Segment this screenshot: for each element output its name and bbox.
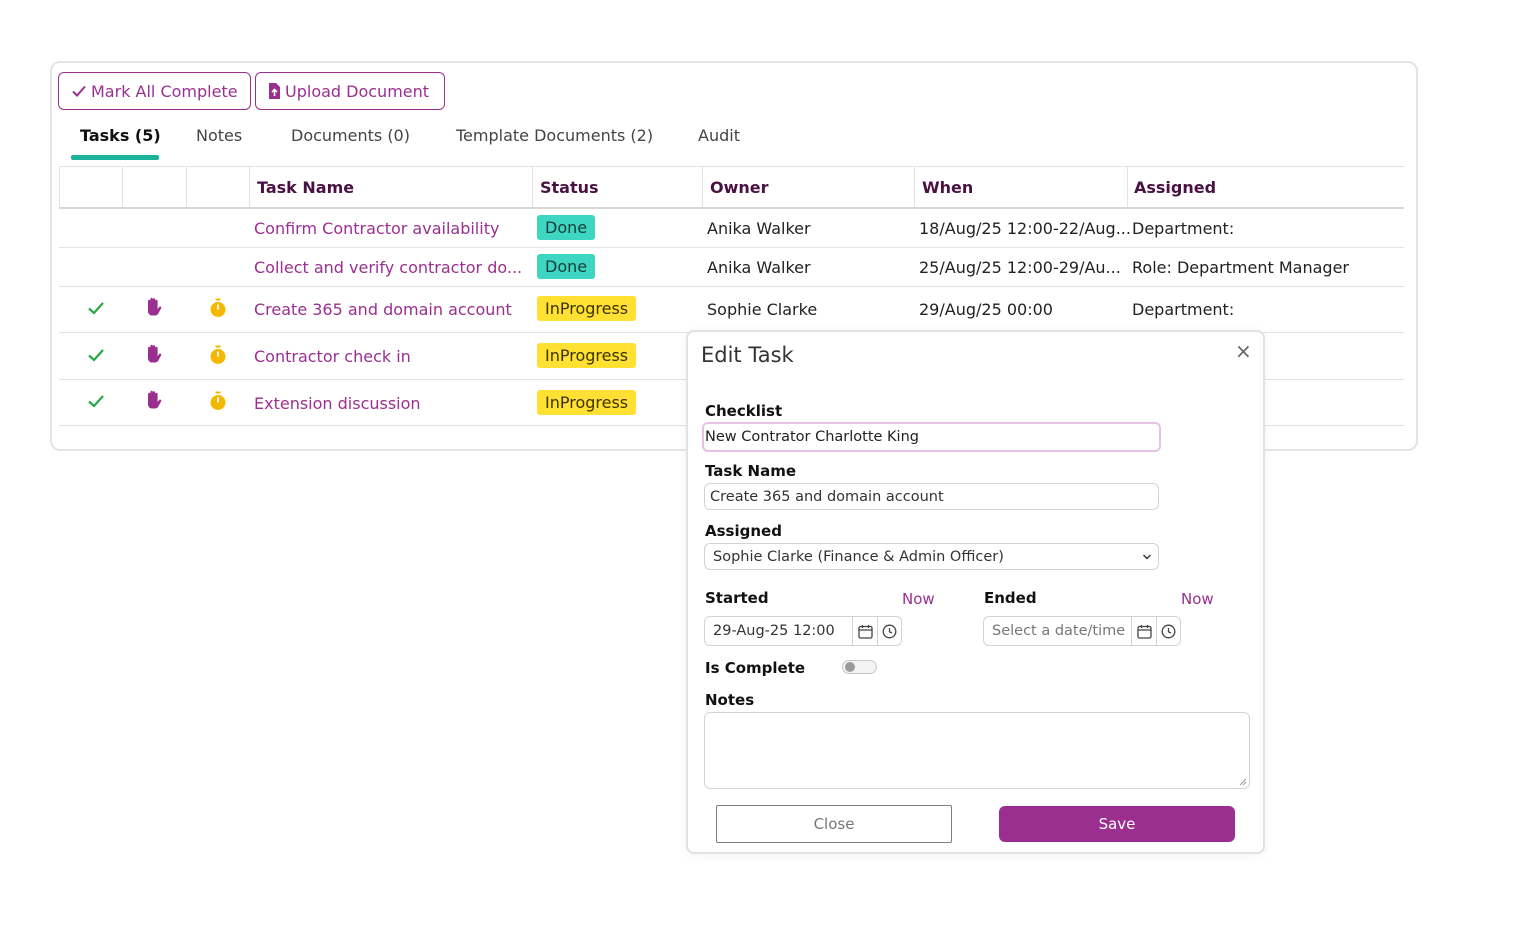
task-name-field[interactable]: Create 365 and domain account	[704, 483, 1159, 510]
task-name-link[interactable]: Create 365 and domain account	[254, 300, 512, 319]
col-divider	[1127, 167, 1128, 207]
active-tab-indicator	[71, 155, 159, 160]
started-label: Started	[705, 589, 769, 607]
ended-now-link[interactable]: Now	[1181, 590, 1214, 608]
clock-icon[interactable]	[878, 616, 902, 646]
header-status[interactable]: Status	[540, 178, 599, 197]
col-divider	[122, 167, 123, 207]
save-button[interactable]: Save	[999, 806, 1235, 842]
toggle-knob	[845, 662, 855, 672]
upload-document-label: Upload Document	[285, 81, 430, 101]
is-complete-label: Is Complete	[705, 659, 806, 677]
clock-icon[interactable]	[1157, 616, 1181, 646]
task-name-link[interactable]: Collect and verify contractor do...	[254, 258, 522, 277]
header-owner[interactable]: Owner	[710, 178, 769, 197]
started-now-link[interactable]: Now	[902, 590, 935, 608]
assigned-cell: Department:	[1132, 300, 1235, 319]
header-task-name[interactable]: Task Name	[257, 178, 354, 197]
upload-document-button[interactable]: Upload Document	[255, 72, 445, 110]
task-name-link[interactable]: Extension discussion	[254, 394, 421, 413]
task-name-link[interactable]: Contractor check in	[254, 347, 411, 366]
table-header-border	[59, 207, 1404, 209]
calendar-icon[interactable]	[1132, 616, 1157, 646]
started-datetime-input[interactable]: 29-Aug-25 12:00	[704, 616, 853, 646]
assigned-select[interactable]: Sophie Clarke (Finance & Admin Officer)	[704, 543, 1159, 570]
mark-all-complete-label: Mark All Complete	[91, 81, 238, 101]
row-divider	[59, 286, 1404, 287]
calendar-icon[interactable]	[853, 616, 878, 646]
tab-notes[interactable]: Notes	[196, 126, 242, 145]
stopwatch-icon[interactable]	[208, 345, 228, 365]
tab-documents[interactable]: Documents (0)	[291, 126, 410, 145]
status-badge: InProgress	[537, 343, 637, 368]
task-name-label: Task Name	[705, 462, 797, 480]
file-upload-icon	[269, 83, 280, 99]
owner-cell: Anika Walker	[707, 219, 811, 238]
row-divider	[59, 247, 1404, 248]
tab-template-documents[interactable]: Template Documents (2)	[456, 126, 653, 145]
owner-cell: Sophie Clarke	[707, 300, 818, 319]
ended-datetime-input[interactable]: Select a date/time	[983, 616, 1132, 646]
mark-all-complete-button[interactable]: Mark All Complete	[58, 72, 251, 110]
hand-icon[interactable]	[144, 390, 164, 410]
assigned-label: Assigned	[705, 522, 782, 540]
header-assigned[interactable]: Assigned	[1134, 178, 1216, 197]
notes-label: Notes	[705, 691, 755, 709]
resize-handle-icon[interactable]	[1239, 778, 1247, 786]
check-icon	[72, 85, 86, 97]
status-badge: Done	[537, 215, 596, 240]
when-cell: 25/Aug/25 12:00-29/Au...	[919, 258, 1121, 277]
status-badge: InProgress	[537, 296, 637, 321]
status-badge: InProgress	[537, 390, 637, 415]
task-name-link[interactable]: Confirm Contractor availability	[254, 219, 499, 238]
modal-title: Edit Task	[701, 343, 794, 367]
col-divider	[249, 167, 250, 207]
stopwatch-icon[interactable]	[208, 391, 228, 411]
col-divider	[186, 167, 187, 207]
close-button[interactable]: Close	[716, 805, 952, 843]
stopwatch-icon[interactable]	[208, 298, 228, 318]
checklist-field[interactable]: New Contrator Charlotte King	[702, 422, 1161, 452]
owner-cell: Anika Walker	[707, 258, 811, 277]
status-badge: Done	[537, 254, 596, 279]
chevron-down-icon	[1143, 554, 1151, 560]
check-icon[interactable]	[86, 298, 106, 318]
col-divider	[914, 167, 915, 207]
close-icon[interactable]: ×	[1235, 341, 1252, 361]
tab-tasks[interactable]: Tasks (5)	[80, 126, 161, 145]
col-divider	[532, 167, 533, 207]
when-cell: 18/Aug/25 12:00-22/Aug...	[919, 219, 1131, 238]
tab-audit[interactable]: Audit	[698, 126, 740, 145]
table-top-border	[59, 166, 1404, 167]
header-when[interactable]: When	[922, 178, 973, 197]
when-cell: 29/Aug/25 00:00	[919, 300, 1053, 319]
assigned-cell: Department:	[1132, 219, 1235, 238]
col-divider	[702, 167, 703, 207]
assigned-cell: Role: Department Manager	[1132, 258, 1349, 277]
hand-icon[interactable]	[144, 344, 164, 364]
is-complete-toggle[interactable]	[842, 660, 877, 674]
check-icon[interactable]	[86, 391, 106, 411]
col-divider	[59, 167, 60, 207]
ended-label: Ended	[984, 589, 1037, 607]
hand-icon[interactable]	[144, 297, 164, 317]
notes-textarea[interactable]	[704, 712, 1250, 789]
assigned-select-value: Sophie Clarke (Finance & Admin Officer)	[713, 548, 1004, 565]
check-icon[interactable]	[86, 345, 106, 365]
checklist-label: Checklist	[705, 402, 783, 420]
